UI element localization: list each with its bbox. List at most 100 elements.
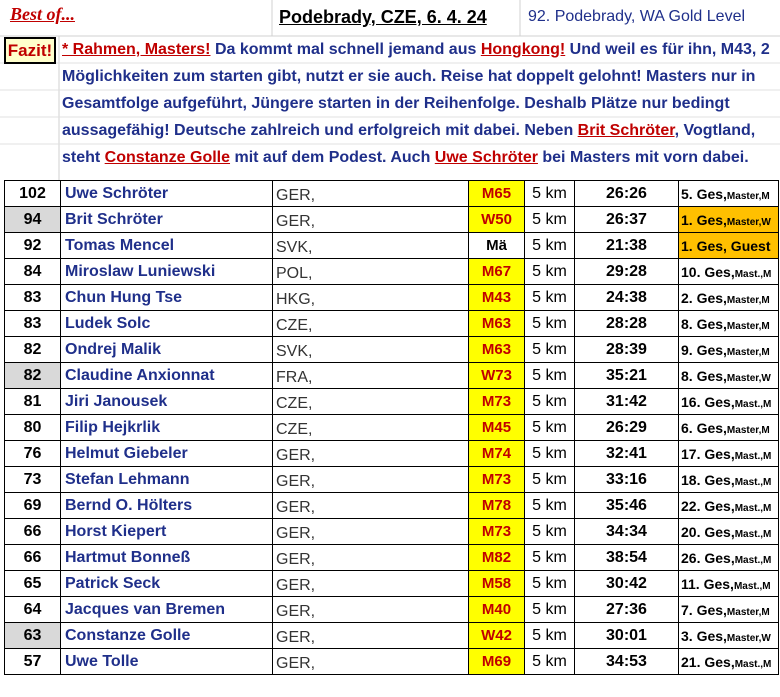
placement-main: 7. Ges, xyxy=(681,601,727,618)
result-row: 82 Claudine Anxionnat FRA, W73 5 km 35:21 8. G… xyxy=(4,362,779,389)
result-row: 69 Bernd O. Hölters GER, M78 5 km 35:46 22. Ge… xyxy=(4,492,779,519)
age-class-cell: M58 xyxy=(468,570,525,597)
placement-main: 11. Ges, xyxy=(681,575,734,592)
result-row: 102 Uwe Schröter GER, M65 5 km 26:26 5. Ges,Ma… xyxy=(4,180,779,207)
time-cell: 30:01 xyxy=(574,622,679,649)
points-cell: 57 xyxy=(4,648,61,675)
placement-main: 9. Ges, xyxy=(681,341,727,358)
placement-main: 1. Ges, Guest xyxy=(681,237,771,254)
result-row: 83 Ludek Solc CZE, M63 5 km 28:28 8. Ges,Maste… xyxy=(4,310,779,337)
athlete-name: Hartmut Bonneß xyxy=(60,544,273,571)
placement-category: Master,M xyxy=(726,320,770,332)
athlete-name: Patrick Seck xyxy=(60,570,273,597)
nationality-cell: GER, xyxy=(272,622,469,649)
time-cell: 35:46 xyxy=(574,492,679,519)
nationality-cell: GER, xyxy=(272,466,469,493)
athlete-name: Tomas Mencel xyxy=(60,232,273,259)
distance-cell: 5 km xyxy=(524,232,575,259)
distance-cell: 5 km xyxy=(524,518,575,545)
placement-category: Mast.,M xyxy=(733,580,771,592)
points-cell: 84 xyxy=(4,258,61,285)
result-row: 63 Constanze Golle GER, W42 5 km 30:01 3. Ges,… xyxy=(4,622,779,649)
points-cell: 66 xyxy=(4,518,61,545)
athlete-name: Chun Hung Tse xyxy=(60,284,273,311)
distance-cell: 5 km xyxy=(524,648,575,675)
highlighted-text: Brit Schröter xyxy=(577,122,675,139)
nationality-cell: GER, xyxy=(272,518,469,545)
time-cell: 21:38 xyxy=(574,232,679,259)
points-cell: 92 xyxy=(4,232,61,259)
age-class-cell: M40 xyxy=(468,596,525,623)
placement-category: Mast.,M xyxy=(734,476,772,488)
highlighted-text: Uwe Schröter xyxy=(434,149,538,166)
placement-category: Master,W xyxy=(726,632,771,644)
result-row: 65 Patrick Seck GER, M58 5 km 30:42 11. Ges,Ma… xyxy=(4,570,779,597)
age-class-cell: W42 xyxy=(468,622,525,649)
nationality-cell: GER, xyxy=(272,206,469,233)
distance-cell: 5 km xyxy=(524,310,575,337)
age-class-cell: M67 xyxy=(468,258,525,285)
result-row: 64 Jacques van Bremen GER, M40 5 km 27:36 7. G… xyxy=(4,596,779,623)
placement-cell: 7. Ges,Master,M xyxy=(678,596,779,623)
placement-main: 3. Ges, xyxy=(681,627,727,644)
distance-cell: 5 km xyxy=(524,596,575,623)
points-cell: 81 xyxy=(4,388,61,415)
age-class-cell: M43 xyxy=(468,284,525,311)
nationality-cell: GER, xyxy=(272,492,469,519)
athlete-name: Horst Kiepert xyxy=(60,518,273,545)
placement-cell: 11. Ges,Mast.,M xyxy=(678,570,779,597)
result-row: 84 Miroslaw Luniewski POL, M67 5 km 29:28 10. … xyxy=(4,258,779,285)
points-cell: 82 xyxy=(4,362,61,389)
placement-category: Master,M xyxy=(726,190,770,202)
athlete-name: Miroslaw Luniewski xyxy=(60,258,273,285)
fazit-comment: * Rahmen, Masters! Da kommt mal schnell … xyxy=(62,36,774,171)
event-name: 92. Podebrady, WA Gold Level xyxy=(528,8,746,25)
points-cell: 76 xyxy=(4,440,61,467)
distance-cell: 5 km xyxy=(524,492,575,519)
athlete-name: Jiri Janousek xyxy=(60,388,273,415)
time-cell: 30:42 xyxy=(574,570,679,597)
time-cell: 26:37 xyxy=(574,206,679,233)
result-row: 92 Tomas Mencel SVK, Mä 5 km 21:38 1. Ges, Gue… xyxy=(4,232,779,259)
time-cell: 27:36 xyxy=(574,596,679,623)
age-class-cell: Mä xyxy=(468,232,525,259)
distance-cell: 5 km xyxy=(524,206,575,233)
placement-main: 22. Ges, xyxy=(681,497,735,514)
distance-cell: 5 km xyxy=(524,284,575,311)
points-cell: 80 xyxy=(4,414,61,441)
points-cell: 66 xyxy=(4,544,61,571)
result-row: 81 Jiri Janousek CZE, M73 5 km 31:42 16. Ges,M… xyxy=(4,388,779,415)
distance-cell: 5 km xyxy=(524,336,575,363)
distance-cell: 5 km xyxy=(524,570,575,597)
comment-text: Da kommt mal schnell jemand aus xyxy=(210,41,481,58)
age-class-cell: M45 xyxy=(468,414,525,441)
time-cell: 38:54 xyxy=(574,544,679,571)
header-row: Best of... Podebrady, CZE, 6. 4. 24 92. … xyxy=(0,0,780,36)
athlete-name: Jacques van Bremen xyxy=(60,596,273,623)
athlete-name: Claudine Anxionnat xyxy=(60,362,273,389)
best-of-label: Best of... xyxy=(10,4,75,24)
placement-cell: 9. Ges,Master,M xyxy=(678,336,779,363)
placement-cell: 17. Ges,Mast.,M xyxy=(678,440,779,467)
placement-category: Mast.,M xyxy=(734,398,772,410)
highlighted-text: Constanze Golle xyxy=(104,149,231,166)
athlete-name: Ondrej Malik xyxy=(60,336,273,363)
nationality-cell: FRA, xyxy=(272,362,469,389)
athlete-name: Ludek Solc xyxy=(60,310,273,337)
nationality-cell: CZE, xyxy=(272,310,469,337)
placement-category: Mast.,M xyxy=(734,268,772,280)
nationality-cell: CZE, xyxy=(272,388,469,415)
highlighted-text: * Rahmen, Masters! xyxy=(62,41,211,58)
placement-main: 10. Ges, xyxy=(681,263,735,280)
athlete-name: Bernd O. Hölters xyxy=(60,492,273,519)
age-class-cell: W73 xyxy=(468,362,525,389)
placement-cell: 22. Ges,Mast.,M xyxy=(678,492,779,519)
athlete-name: Uwe Schröter xyxy=(60,180,273,207)
placement-cell: 10. Ges,Mast.,M xyxy=(678,258,779,285)
placement-category: Master,W xyxy=(726,216,771,228)
time-cell: 32:41 xyxy=(574,440,679,467)
placement-category: Mast.,M xyxy=(734,502,772,514)
fazit-label: Fazit! xyxy=(4,37,56,64)
placement-main: 21. Ges, xyxy=(681,653,735,670)
nationality-cell: GER, xyxy=(272,648,469,675)
